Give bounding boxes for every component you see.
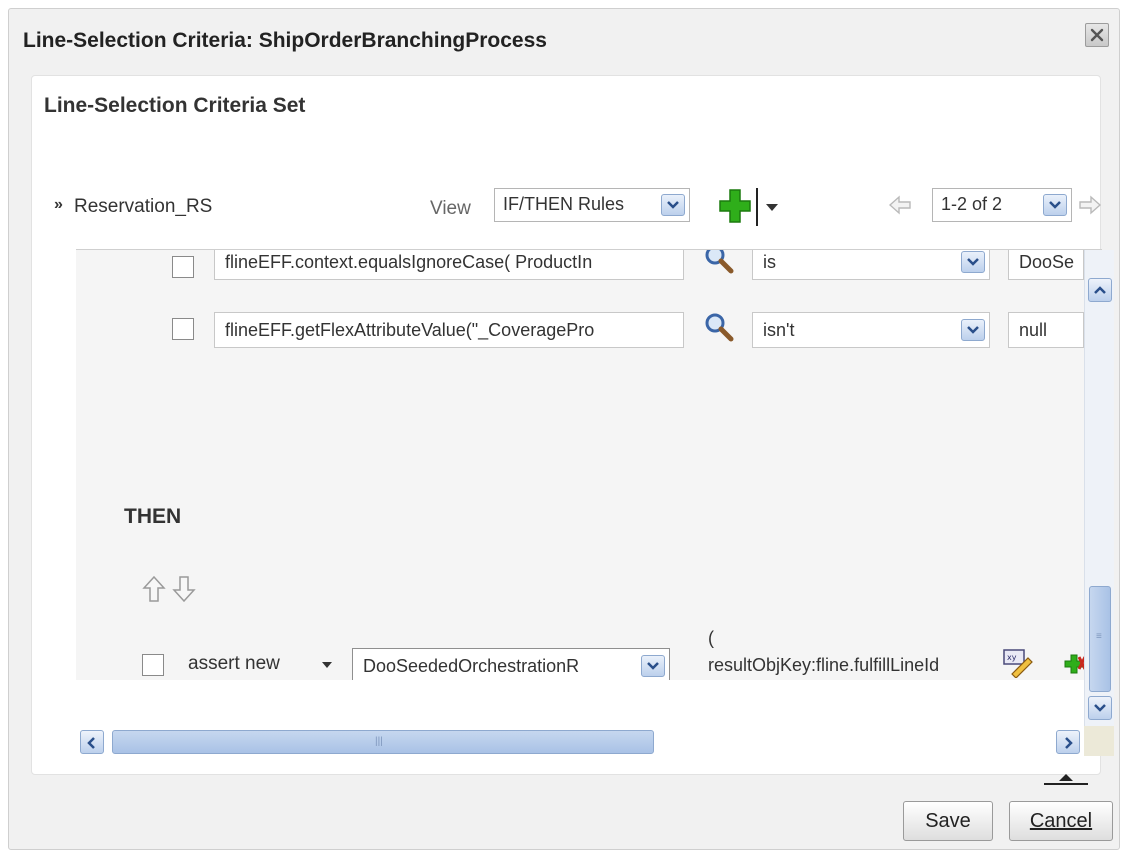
next-page-icon[interactable] [1078, 194, 1102, 216]
view-select-value: IF/THEN Rules [503, 194, 625, 214]
criteria-set-panel: Line-Selection Criteria Set » Reservatio… [31, 75, 1114, 785]
move-up-icon[interactable] [142, 575, 166, 603]
condition-value-field[interactable]: null [1008, 312, 1084, 348]
dialog-window: Line-Selection Criteria: ShipOrderBranch… [8, 8, 1120, 850]
fact-type-select[interactable]: DooSeededOrchestrationR [352, 648, 670, 680]
scrollbar-corner [1084, 726, 1114, 756]
action-type-caret-icon[interactable] [322, 662, 332, 668]
condition-expression: flineEFF.getFlexAttributeValue("_Coverag… [225, 320, 595, 340]
expand-panel-icon[interactable] [1042, 762, 1090, 788]
panel-title: Line-Selection Criteria Set [44, 94, 306, 117]
save-button-label: Save [925, 810, 971, 832]
then-label: THEN [124, 505, 182, 528]
toolbar-separator [756, 188, 758, 226]
condition-value: null [1019, 320, 1048, 340]
open-paren: ( [708, 628, 714, 648]
cancel-button[interactable]: Cancel [1009, 801, 1113, 841]
condition-operator-select[interactable]: is [752, 250, 990, 280]
view-label: View [430, 198, 471, 219]
condition-operator-select[interactable]: isn't [752, 312, 990, 348]
search-icon[interactable] [704, 312, 734, 342]
horizontal-scroll-thumb[interactable]: ||| [112, 730, 654, 754]
collapse-chevron-icon[interactable]: » [54, 196, 63, 214]
scroll-left-icon[interactable] [80, 730, 104, 754]
dialog-title: Line-Selection Criteria: ShipOrderBranch… [23, 29, 547, 52]
ruleset-name[interactable]: Reservation_RS [74, 196, 212, 218]
condition-expression-field[interactable]: flineEFF.getFlexAttributeValue("_Coverag… [214, 312, 684, 348]
view-select[interactable]: IF/THEN Rules [494, 188, 690, 222]
condition-checkbox[interactable] [172, 318, 194, 340]
chevron-down-icon[interactable] [641, 655, 665, 677]
edit-expression-icon[interactable]: xy [1002, 648, 1034, 678]
chevron-down-icon[interactable] [961, 251, 985, 273]
condition-value: DooSe [1019, 252, 1075, 272]
pager-value: 1-2 of 2 [941, 194, 1003, 214]
action-checkbox[interactable] [142, 654, 164, 676]
add-menu-caret-icon[interactable] [766, 204, 778, 211]
fact-type-value: DooSeededOrchestrationR [363, 656, 580, 676]
ruleset-toolbar: » Reservation_RS View IF/THEN Rules 1-2 … [32, 188, 1102, 238]
condition-checkbox[interactable] [172, 256, 194, 278]
previous-page-icon[interactable] [888, 194, 912, 216]
cancel-button-label: Cancel [1029, 810, 1093, 832]
horizontal-scrollbar[interactable]: ||| [76, 726, 1084, 758]
rules-scroll-area: flineEFF.context.equalsIgnoreCase( Produ… [76, 250, 1084, 680]
chevron-down-icon[interactable] [1043, 194, 1067, 216]
pager-select[interactable]: 1-2 of 2 [932, 188, 1072, 222]
scroll-down-icon[interactable] [1088, 696, 1112, 720]
save-button[interactable]: Save [903, 801, 993, 841]
close-icon[interactable] [1085, 23, 1109, 47]
condition-expression-field[interactable]: flineEFF.context.equalsIgnoreCase( Produ… [214, 250, 684, 280]
chevron-down-icon[interactable] [661, 194, 685, 216]
condition-expression: flineEFF.context.equalsIgnoreCase( Produ… [225, 252, 593, 272]
condition-value-field[interactable]: DooSe [1008, 250, 1084, 280]
action-expression[interactable]: resultObjKey:fline.fulfillLineId [708, 655, 939, 676]
scroll-up-icon[interactable] [1088, 278, 1112, 302]
svg-text:xy: xy [1007, 653, 1017, 662]
condition-operator: isn't [763, 320, 795, 340]
vertical-scrollbar[interactable]: ≡ [1084, 250, 1114, 726]
add-rule-icon[interactable] [718, 188, 752, 224]
chevron-down-icon[interactable] [961, 319, 985, 341]
move-down-icon[interactable] [172, 575, 196, 603]
condition-operator: is [763, 252, 776, 272]
vertical-scroll-thumb[interactable]: ≡ [1089, 586, 1111, 692]
scroll-right-icon[interactable] [1056, 730, 1080, 754]
search-icon[interactable] [704, 250, 734, 274]
action-type-label[interactable]: assert new [188, 653, 280, 675]
